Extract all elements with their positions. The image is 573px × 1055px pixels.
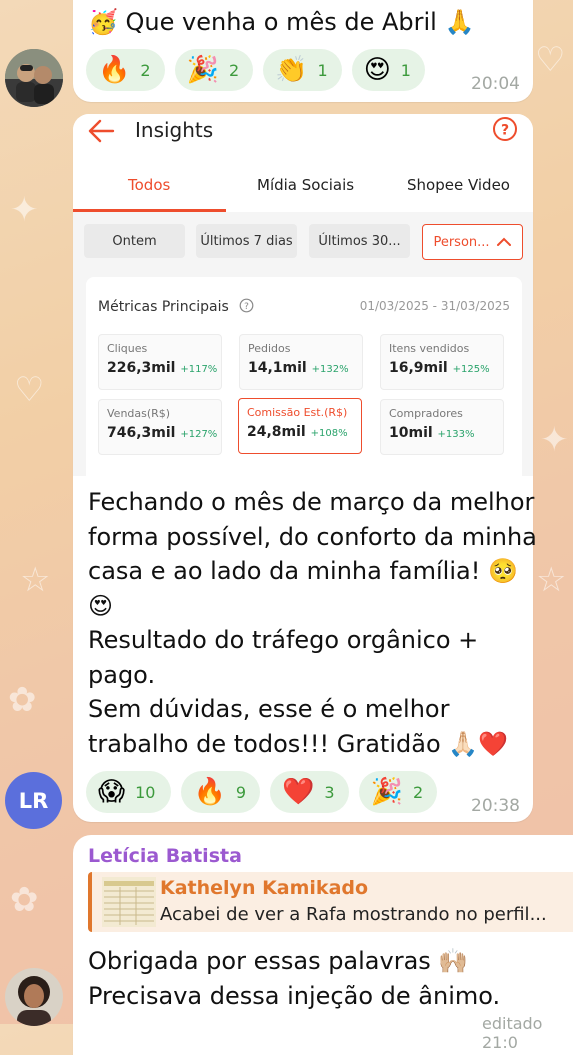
insights-screenshot[interactable]: Insights ? Todos Mídia Sociais Shopee Vi… (73, 114, 533, 476)
background-doodle: ♡ (535, 40, 566, 80)
reply-thumbnail (102, 877, 156, 927)
metric-pedidos[interactable]: Pedidos 14,1mil +132% (239, 334, 363, 390)
insights-header: Insights ? Todos Mídia Sociais Shopee Vi… (73, 114, 533, 212)
filter-ultimos-7-dias[interactable]: Últimos 7 dias (196, 224, 297, 258)
reaction-clap[interactable]: 👏 1 (263, 49, 342, 91)
message-text: Obrigada por essas palavras 🙌🏼 Precisava… (88, 947, 501, 1010)
svg-text:?: ? (501, 123, 509, 139)
metrics-card: Métricas Principais ? 01/03/2025 - 31/03… (86, 277, 522, 476)
sender-avatar[interactable]: LR (5, 772, 62, 829)
reaction-heart-eyes[interactable]: 😍 1 (351, 49, 425, 91)
avatar-photo (5, 968, 63, 1026)
background-doodle: ☆ (20, 560, 51, 600)
tab-shopee-video[interactable]: Shopee Video (407, 176, 510, 194)
metric-compradores[interactable]: Compradores 10mil +133% (380, 399, 504, 455)
avatar-photo (5, 49, 63, 107)
pray-emoji: 🙏 (444, 8, 475, 36)
tab-todos[interactable]: Todos (128, 176, 170, 194)
metric-comissao[interactable]: Comissão Est.(R$) 24,8mil +108% (238, 398, 362, 454)
filter-ontem[interactable]: Ontem (84, 224, 185, 258)
reaction-fire[interactable]: 🔥 2 (86, 49, 165, 91)
message-edited-time: editado 21:0 (482, 1014, 543, 1052)
filter-ultimos-30[interactable]: Últimos 30... (309, 224, 410, 258)
sender-avatar[interactable] (5, 49, 63, 107)
message-text: Fechando o mês de março da melhor forma … (88, 488, 537, 758)
reaction-party[interactable]: 🎉 2 (174, 49, 254, 91)
page-title: Insights (135, 118, 214, 142)
background-doodle: ✿ (8, 680, 37, 720)
sender-avatar[interactable] (5, 968, 63, 1026)
message-time: 20:04 (471, 74, 520, 94)
reactions-row: 😱 10 🔥 9 ❤️ 3 🎉 2 (86, 771, 438, 813)
sender-name[interactable]: Letícia Batista (88, 845, 242, 867)
reply-sender: Kathelyn Kamikado (160, 877, 369, 899)
metric-vendas[interactable]: Vendas(R$) 746,3mil +127% (98, 399, 222, 455)
reactions-row: 🔥 2 🎉 2 👏 1 😍 1 (86, 49, 425, 91)
message-text: 🥳 Que venha o mês de Abril 🙏 (88, 8, 475, 36)
background-doodle: ♡ (14, 370, 45, 410)
reply-text: Acabei de ver a Rafa mostrando no perfil… (160, 904, 547, 925)
background-doodle: ☆ (536, 560, 567, 600)
metric-cliques[interactable]: Cliques 226,3mil +117% (98, 334, 222, 390)
info-icon[interactable]: ? (239, 298, 254, 313)
back-arrow-icon[interactable] (87, 118, 115, 144)
chevron-up-icon (496, 237, 511, 246)
help-icon[interactable]: ? (492, 116, 518, 142)
svg-text:?: ? (244, 302, 249, 312)
tab-midia-sociais[interactable]: Mídia Sociais (257, 176, 354, 194)
card-title: Métricas Principais ? (98, 298, 254, 315)
reaction-heart[interactable]: ❤️ 3 (270, 771, 349, 813)
active-tab-indicator (73, 209, 226, 212)
background-doodle: ✿ (10, 880, 39, 920)
date-range: 01/03/2025 - 31/03/2025 (359, 299, 510, 313)
party-face-emoji: 🥳 (88, 8, 118, 36)
message-time: 20:38 (471, 796, 520, 816)
reply-quote[interactable]: Kathelyn Kamikado Acabei de ver a Rafa m… (88, 872, 573, 932)
metric-itens-vendidos[interactable]: Itens vendidos 16,9mil +125% (380, 334, 504, 390)
reaction-scream[interactable]: 😱 10 (86, 771, 172, 813)
filter-personalizado[interactable]: Person... (422, 224, 523, 260)
background-doodle: ✦ (10, 190, 39, 230)
background-doodle: ✦ (540, 420, 569, 460)
reaction-party[interactable]: 🎉 2 (358, 771, 438, 813)
reaction-fire[interactable]: 🔥 9 (181, 771, 261, 813)
